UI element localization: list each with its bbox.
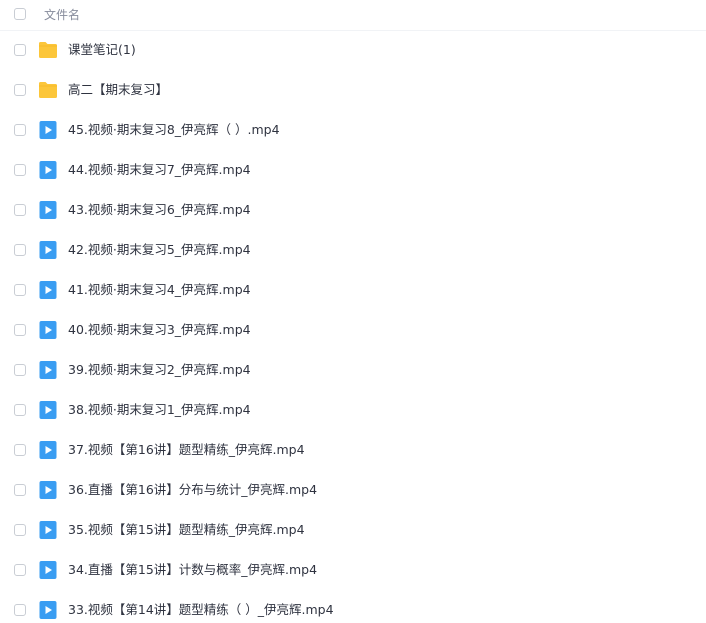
column-header-filename[interactable]: 文件名 <box>44 7 80 23</box>
video-file-icon <box>38 241 58 259</box>
row-checkbox[interactable] <box>14 404 26 416</box>
video-file-icon <box>38 441 58 459</box>
file-name[interactable]: 38.视频·期末复习1_伊亮辉.mp4 <box>68 401 251 419</box>
file-row[interactable]: 35.视频【第15讲】题型精练_伊亮辉.mp4 <box>0 510 706 550</box>
row-checkbox[interactable] <box>14 364 26 376</box>
video-file-icon <box>38 521 58 539</box>
file-row[interactable]: 高二【期末复习】 <box>0 70 706 110</box>
row-checkbox[interactable] <box>14 564 26 576</box>
row-checkbox[interactable] <box>14 284 26 296</box>
file-list-header: 文件名 <box>0 0 706 31</box>
file-name[interactable]: 课堂笔记(1) <box>68 41 136 59</box>
row-checkbox[interactable] <box>14 604 26 616</box>
row-checkbox[interactable] <box>14 44 26 56</box>
file-name[interactable]: 45.视频·期末复习8_伊亮辉（ ）.mp4 <box>68 121 280 139</box>
folder-icon <box>38 41 58 59</box>
row-checkbox[interactable] <box>14 524 26 536</box>
file-name[interactable]: 37.视频【第16讲】题型精练_伊亮辉.mp4 <box>68 441 305 459</box>
video-file-icon <box>38 161 58 179</box>
file-row[interactable]: 45.视频·期末复习8_伊亮辉（ ）.mp4 <box>0 110 706 150</box>
video-file-icon <box>38 321 58 339</box>
file-name[interactable]: 34.直播【第15讲】计数与概率_伊亮辉.mp4 <box>68 561 317 579</box>
file-name[interactable]: 43.视频·期末复习6_伊亮辉.mp4 <box>68 201 251 219</box>
file-name[interactable]: 42.视频·期末复习5_伊亮辉.mp4 <box>68 241 251 259</box>
file-name[interactable]: 40.视频·期末复习3_伊亮辉.mp4 <box>68 321 251 339</box>
video-file-icon <box>38 601 58 619</box>
folder-icon <box>38 81 58 99</box>
row-checkbox[interactable] <box>14 444 26 456</box>
file-name[interactable]: 36.直播【第16讲】分布与统计_伊亮辉.mp4 <box>68 481 317 499</box>
select-all-checkbox[interactable] <box>14 8 26 20</box>
video-file-icon <box>38 561 58 579</box>
file-row[interactable]: 37.视频【第16讲】题型精练_伊亮辉.mp4 <box>0 430 706 470</box>
file-name[interactable]: 35.视频【第15讲】题型精练_伊亮辉.mp4 <box>68 521 305 539</box>
file-name[interactable]: 44.视频·期末复习7_伊亮辉.mp4 <box>68 161 251 179</box>
video-file-icon <box>38 361 58 379</box>
file-row[interactable]: 41.视频·期末复习4_伊亮辉.mp4 <box>0 270 706 310</box>
video-file-icon <box>38 481 58 499</box>
video-file-icon <box>38 201 58 219</box>
file-row[interactable]: 42.视频·期末复习5_伊亮辉.mp4 <box>0 230 706 270</box>
row-checkbox[interactable] <box>14 484 26 496</box>
file-row[interactable]: 43.视频·期末复习6_伊亮辉.mp4 <box>0 190 706 230</box>
file-row[interactable]: 36.直播【第16讲】分布与统计_伊亮辉.mp4 <box>0 470 706 510</box>
file-row[interactable]: 38.视频·期末复习1_伊亮辉.mp4 <box>0 390 706 430</box>
file-name[interactable]: 33.视频【第14讲】题型精练（ ）_伊亮辉.mp4 <box>68 601 334 619</box>
row-checkbox[interactable] <box>14 84 26 96</box>
file-list: 文件名 课堂笔记(1) 高二【期末复习】 45.视频·期末复习8_伊亮辉（ ）.… <box>0 0 706 623</box>
file-row[interactable]: 39.视频·期末复习2_伊亮辉.mp4 <box>0 350 706 390</box>
row-checkbox[interactable] <box>14 204 26 216</box>
video-file-icon <box>38 401 58 419</box>
row-checkbox[interactable] <box>14 164 26 176</box>
row-checkbox[interactable] <box>14 244 26 256</box>
video-file-icon <box>38 281 58 299</box>
file-row[interactable]: 课堂笔记(1) <box>0 30 706 70</box>
file-name[interactable]: 39.视频·期末复习2_伊亮辉.mp4 <box>68 361 251 379</box>
file-row[interactable]: 33.视频【第14讲】题型精练（ ）_伊亮辉.mp4 <box>0 590 706 623</box>
video-file-icon <box>38 121 58 139</box>
row-checkbox[interactable] <box>14 324 26 336</box>
file-row[interactable]: 34.直播【第15讲】计数与概率_伊亮辉.mp4 <box>0 550 706 590</box>
file-row[interactable]: 44.视频·期末复习7_伊亮辉.mp4 <box>0 150 706 190</box>
file-name[interactable]: 41.视频·期末复习4_伊亮辉.mp4 <box>68 281 251 299</box>
file-name[interactable]: 高二【期末复习】 <box>68 81 168 99</box>
file-row[interactable]: 40.视频·期末复习3_伊亮辉.mp4 <box>0 310 706 350</box>
row-checkbox[interactable] <box>14 124 26 136</box>
file-rows: 课堂笔记(1) 高二【期末复习】 45.视频·期末复习8_伊亮辉（ ）.mp4 … <box>0 30 706 623</box>
